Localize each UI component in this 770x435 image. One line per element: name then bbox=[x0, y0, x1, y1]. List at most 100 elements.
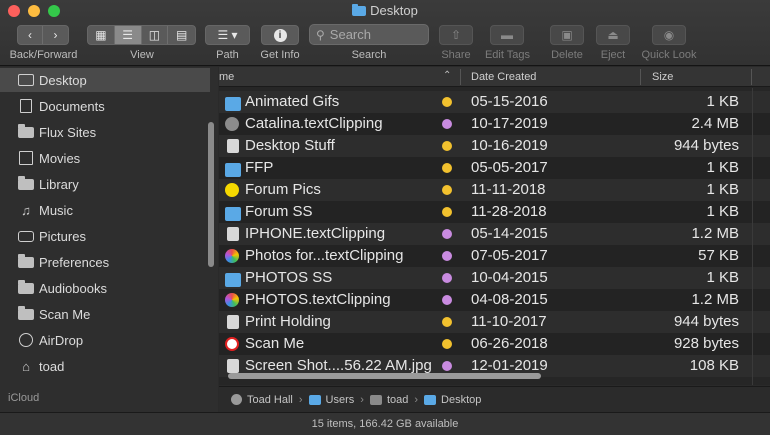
back-button[interactable]: ‹ bbox=[18, 26, 44, 44]
get-info-button[interactable]: i bbox=[261, 25, 299, 45]
file-row[interactable]: Forum SS 11-28-2018 1 KB bbox=[219, 201, 770, 223]
folder-icon bbox=[225, 97, 241, 111]
sidebar-item-preferences[interactable]: Preferences bbox=[0, 250, 210, 274]
view-label: View bbox=[130, 49, 154, 61]
get-info-label: Get Info bbox=[260, 49, 300, 61]
file-row[interactable]: Animated Gifs 05-15-2016 1 KB bbox=[219, 91, 770, 113]
sidebar-item-label: Desktop bbox=[39, 72, 87, 88]
file-icon bbox=[225, 117, 239, 131]
chevron-left-icon: ‹ bbox=[28, 28, 32, 42]
columns-icon: ◫ bbox=[148, 28, 161, 42]
path-list-icon: ☰ ▾ bbox=[217, 28, 238, 42]
tag-dot-icon bbox=[442, 339, 452, 349]
sidebar-item-movies[interactable]: Movies bbox=[0, 146, 210, 170]
sidebar-item-toad[interactable]: ⌂ toad bbox=[0, 354, 210, 378]
finder-window: Desktop ‹ › Back/Forward ▦ ☰ ◫ ▤ View ☰ … bbox=[0, 0, 770, 435]
delete-button[interactable]: ▣ bbox=[550, 25, 584, 45]
airdrop-icon bbox=[18, 333, 34, 347]
path-item-toad[interactable]: toad bbox=[369, 394, 408, 406]
file-row[interactable]: PHOTOS SS 10-04-2015 1 KB bbox=[219, 267, 770, 289]
tag-dot-icon bbox=[442, 119, 452, 129]
sidebar-item-pictures[interactable]: Pictures bbox=[0, 224, 210, 248]
forward-button[interactable]: › bbox=[43, 26, 68, 44]
file-date-created: 06-26-2018 bbox=[471, 335, 548, 352]
gallery-icon: ▤ bbox=[175, 28, 188, 42]
sidebar-item-label: Preferences bbox=[39, 254, 110, 270]
file-name: Photos for...textClipping bbox=[245, 247, 404, 264]
share-button[interactable]: ⇧ bbox=[439, 25, 473, 45]
file-row[interactable]: Scan Me 06-26-2018 928 bytes bbox=[219, 333, 770, 355]
file-row[interactable]: Desktop Stuff 10-16-2019 944 bytes bbox=[219, 135, 770, 157]
file-date-created: 11-10-2017 bbox=[471, 313, 547, 330]
sidebar-scrollbar[interactable] bbox=[208, 122, 214, 267]
sidebar-item-audiobooks[interactable]: Audiobooks bbox=[0, 276, 210, 300]
file-date-created: 11-11-2018 bbox=[471, 181, 546, 198]
column-header-name[interactable]: me bbox=[219, 71, 234, 83]
file-row[interactable]: Forum Pics 11-11-2018 1 KB bbox=[219, 179, 770, 201]
column-header-size[interactable]: Size bbox=[652, 71, 673, 83]
file-size: 108 KB bbox=[689, 357, 739, 374]
eject-icon: ⏏ bbox=[607, 28, 619, 42]
file-date-created: 10-16-2019 bbox=[471, 137, 548, 154]
edit-tags-label: Edit Tags bbox=[484, 49, 531, 61]
list-column-divider bbox=[752, 88, 753, 385]
sidebar-item-desktop[interactable]: Desktop bbox=[0, 68, 210, 92]
edit-tags-button[interactable]: ▬ bbox=[490, 25, 524, 45]
list-view-button[interactable]: ☰ bbox=[114, 26, 142, 44]
file-row[interactable]: IPHONE.textClipping 05-14-2015 1.2 MB bbox=[219, 223, 770, 245]
folder-icon bbox=[225, 273, 241, 287]
sort-ascending-icon: ⌃ bbox=[443, 70, 452, 81]
path-item-users[interactable]: Users bbox=[308, 394, 354, 406]
file-name: PHOTOS SS bbox=[245, 269, 333, 286]
tag-dot-icon bbox=[442, 317, 452, 327]
file-name: Screen Shot....56.22 AM.jpg bbox=[245, 357, 432, 374]
file-size: 1.2 MB bbox=[691, 291, 739, 308]
sidebar: Desktop Documents Flux Sites Movies Libr… bbox=[0, 67, 218, 412]
file-size: 1.2 MB bbox=[691, 225, 739, 242]
icon-view-button[interactable]: ▦ bbox=[88, 26, 115, 44]
gallery-view-button[interactable]: ▤ bbox=[168, 26, 195, 44]
file-size: 1 KB bbox=[706, 181, 739, 198]
file-row[interactable]: FFP 05-05-2017 1 KB bbox=[219, 157, 770, 179]
sidebar-item-scan-me[interactable]: Scan Me bbox=[0, 302, 210, 326]
folder-icon bbox=[18, 305, 34, 321]
file-row[interactable]: Catalina.textClipping 10-17-2019 2.4 MB bbox=[219, 113, 770, 135]
back-forward-control: ‹ › bbox=[17, 25, 69, 45]
eject-button[interactable]: ⏏ bbox=[596, 25, 630, 45]
file-size: 1 KB bbox=[706, 159, 739, 176]
sidebar-item-library[interactable]: Library bbox=[0, 172, 210, 196]
file-date-created: 07-05-2017 bbox=[471, 247, 548, 264]
search-input[interactable] bbox=[329, 27, 420, 42]
column-view-button[interactable]: ◫ bbox=[142, 26, 169, 44]
sidebar-item-music[interactable]: ♫ Music bbox=[0, 198, 210, 222]
file-row[interactable]: Print Holding 11-10-2017 944 bytes bbox=[219, 311, 770, 333]
file-name: Animated Gifs bbox=[245, 93, 340, 110]
quick-look-button[interactable]: ◉ bbox=[652, 25, 686, 45]
tag-dot-icon bbox=[442, 207, 452, 217]
file-row[interactable]: Photos for...textClipping 07-05-2017 57 KB bbox=[219, 245, 770, 267]
path-menu-button[interactable]: ☰ ▾ bbox=[205, 25, 250, 45]
film-icon bbox=[18, 151, 34, 165]
sidebar-item-documents[interactable]: Documents bbox=[0, 94, 210, 118]
sidebar-item-label: Audiobooks bbox=[39, 280, 107, 296]
file-icon bbox=[227, 227, 239, 241]
list-icon: ☰ bbox=[122, 28, 133, 42]
column-header-date-created[interactable]: Date Created bbox=[471, 71, 536, 83]
file-row[interactable]: PHOTOS.textClipping 04-08-2015 1.2 MB bbox=[219, 289, 770, 311]
file-date-created: 10-04-2015 bbox=[471, 269, 548, 286]
column-headers: me ⌃ Date Created Size bbox=[219, 67, 770, 87]
file-size: 1 KB bbox=[706, 203, 739, 220]
sidebar-item-airdrop[interactable]: AirDrop bbox=[0, 328, 210, 352]
path-item-desktop[interactable]: Desktop bbox=[424, 394, 481, 406]
horizontal-scrollbar[interactable] bbox=[228, 373, 541, 379]
file-icon bbox=[227, 359, 239, 373]
tag-dot-icon bbox=[442, 97, 452, 107]
sidebar-item-label: Movies bbox=[39, 150, 81, 166]
folder-icon bbox=[225, 163, 241, 177]
file-date-created: 05-15-2016 bbox=[471, 93, 548, 110]
sidebar-item-flux-sites[interactable]: Flux Sites bbox=[0, 120, 210, 144]
path-item-toad-hall[interactable]: Toad Hall bbox=[231, 394, 293, 406]
file-name: Catalina.textClipping bbox=[245, 115, 383, 132]
eject-label: Eject bbox=[600, 49, 626, 61]
file-name: Forum Pics bbox=[245, 181, 321, 198]
